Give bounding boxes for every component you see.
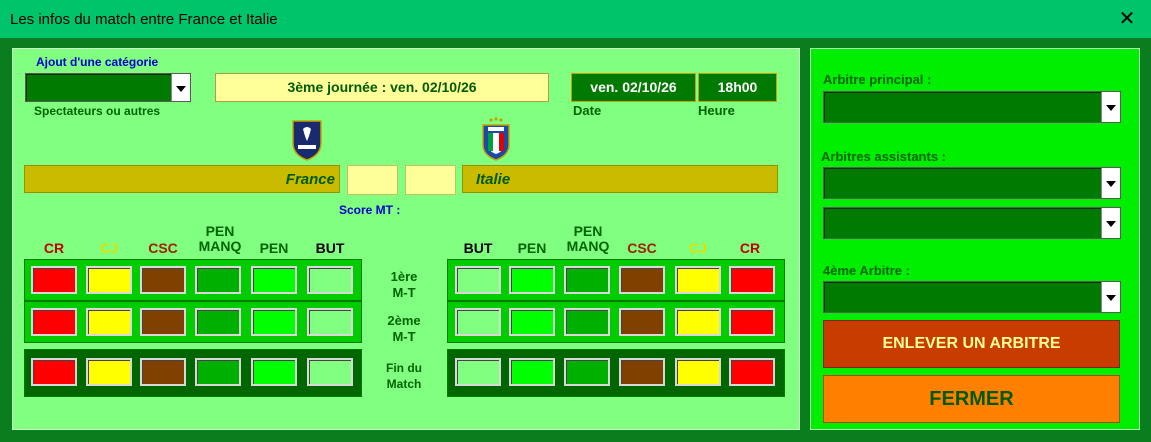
left-header-pen: PEN (259, 240, 289, 256)
title-bar: Les infos du match entre France et Itali… (0, 0, 1151, 38)
home-penmanq-cell-3[interactable] (195, 358, 241, 386)
home-cr-cell-2[interactable] (31, 308, 77, 336)
home-penmanq-cell-2[interactable] (195, 308, 241, 336)
right-header-cj: CJ (689, 240, 707, 256)
category-title: Ajout d'une catégorie (36, 55, 159, 69)
right-header-penmanq: PEN MANQ (566, 223, 610, 254)
chevron-down-icon[interactable] (1101, 208, 1120, 238)
left-header-cr: CR (43, 240, 65, 256)
referee-panel: Arbitre principal : Arbitres assistants … (810, 48, 1140, 430)
period-label-1: 1ère M-T (364, 269, 444, 301)
date-field: ven. 02/10/26 (571, 73, 696, 102)
chevron-down-icon[interactable] (1101, 168, 1120, 198)
home-penmanq-cell-1[interactable] (195, 266, 241, 294)
away-cr-cell-2[interactable] (729, 308, 775, 336)
period-label-2: 2ème M-T (364, 313, 444, 345)
chevron-down-icon[interactable] (1101, 92, 1120, 122)
time-label: Heure (698, 103, 735, 118)
away-csc-cell-2[interactable] (619, 308, 665, 336)
away-penmanq-cell-1[interactable] (564, 266, 610, 294)
window-title: Les infos du match entre France et Itali… (10, 11, 278, 28)
close-button[interactable]: FERMER (823, 375, 1120, 423)
home-cj-cell-3[interactable] (86, 358, 132, 386)
right-header-cr: CR (739, 240, 761, 256)
france-crest-icon (289, 117, 325, 161)
assistant-referees-label: Arbitres assistants : (821, 149, 946, 164)
assistant-referee-2-combo[interactable] (823, 207, 1121, 239)
home-csc-cell-1[interactable] (140, 266, 186, 294)
away-cr-cell-3[interactable] (729, 358, 775, 386)
away-cj-cell-3[interactable] (675, 358, 721, 386)
period-1-line2: M-T (392, 285, 416, 300)
category-caption: Spectateurs ou autres (34, 104, 161, 118)
chevron-down-icon[interactable] (171, 74, 190, 101)
close-icon[interactable]: ✕ (1115, 7, 1139, 31)
period-label-3: Fin du Match (364, 360, 444, 392)
journee-field: 3ème journée : ven. 02/10/26 (215, 73, 549, 102)
away-csc-cell-3[interactable] (619, 358, 665, 386)
home-pen-cell-1[interactable] (251, 266, 297, 294)
time-field: 18h00 (698, 73, 777, 102)
home-pen-cell-2[interactable] (251, 308, 297, 336)
home-but-cell-2[interactable] (307, 308, 353, 336)
away-cr-cell-1[interactable] (729, 266, 775, 294)
period-3-line1: Fin du (386, 361, 422, 375)
date-label: Date (573, 103, 602, 118)
match-panel: Ajout d'une catégorie Spectateurs ou aut… (12, 48, 800, 430)
home-pen-cell-3[interactable] (251, 358, 297, 386)
away-but-cell-1[interactable] (455, 266, 501, 294)
category-combo[interactable] (25, 73, 191, 102)
right-header-pen: PEN (517, 240, 547, 256)
away-team-bar: Italie (462, 165, 778, 193)
home-csc-cell-2[interactable] (140, 308, 186, 336)
home-halftime-score[interactable] (347, 165, 398, 195)
period-1-line1: 1ère (390, 269, 418, 284)
away-but-cell-2[interactable] (455, 308, 501, 336)
match-info-window: Les infos du match entre France et Itali… (0, 0, 1151, 442)
italia-crest-icon (480, 115, 512, 161)
period-3-line2: Match (386, 377, 422, 391)
home-csc-cell-3[interactable] (140, 358, 186, 386)
away-cj-cell-1[interactable] (675, 266, 721, 294)
away-csc-cell-1[interactable] (619, 266, 665, 294)
away-halftime-score[interactable] (405, 165, 456, 195)
home-cj-cell-1[interactable] (86, 266, 132, 294)
right-header-but: BUT (463, 240, 493, 256)
away-penmanq-cell-2[interactable] (564, 308, 610, 336)
chevron-down-icon[interactable] (1101, 282, 1120, 312)
period-2-line1: 2ème (387, 313, 421, 328)
home-cr-cell-1[interactable] (31, 266, 77, 294)
left-header-penmanq: PEN MANQ (198, 223, 242, 254)
home-cr-cell-3[interactable] (31, 358, 77, 386)
away-but-cell-3[interactable] (455, 358, 501, 386)
fourth-referee-label: 4ème Arbitre : (823, 263, 910, 278)
home-cj-cell-2[interactable] (86, 308, 132, 336)
left-header-csc: CSC (148, 240, 178, 256)
remove-referee-button[interactable]: ENLEVER UN ARBITRE (823, 320, 1120, 368)
home-but-cell-1[interactable] (307, 266, 353, 294)
away-pen-cell-1[interactable] (509, 266, 555, 294)
fourth-referee-combo[interactable] (823, 281, 1121, 313)
home-team-bar: France (24, 165, 340, 193)
home-but-cell-3[interactable] (307, 358, 353, 386)
period-2-line2: M-T (392, 329, 416, 344)
main-referee-label: Arbitre principal : (823, 72, 932, 87)
away-cj-cell-2[interactable] (675, 308, 721, 336)
away-pen-cell-3[interactable] (509, 358, 555, 386)
away-penmanq-cell-3[interactable] (564, 358, 610, 386)
left-header-but: BUT (315, 240, 345, 256)
assistant-referee-1-combo[interactable] (823, 167, 1121, 199)
halftime-score-label: Score MT : (339, 203, 401, 217)
left-header-cj: CJ (100, 240, 118, 256)
away-pen-cell-2[interactable] (509, 308, 555, 336)
main-referee-combo[interactable] (823, 91, 1121, 123)
right-header-csc: CSC (627, 240, 657, 256)
